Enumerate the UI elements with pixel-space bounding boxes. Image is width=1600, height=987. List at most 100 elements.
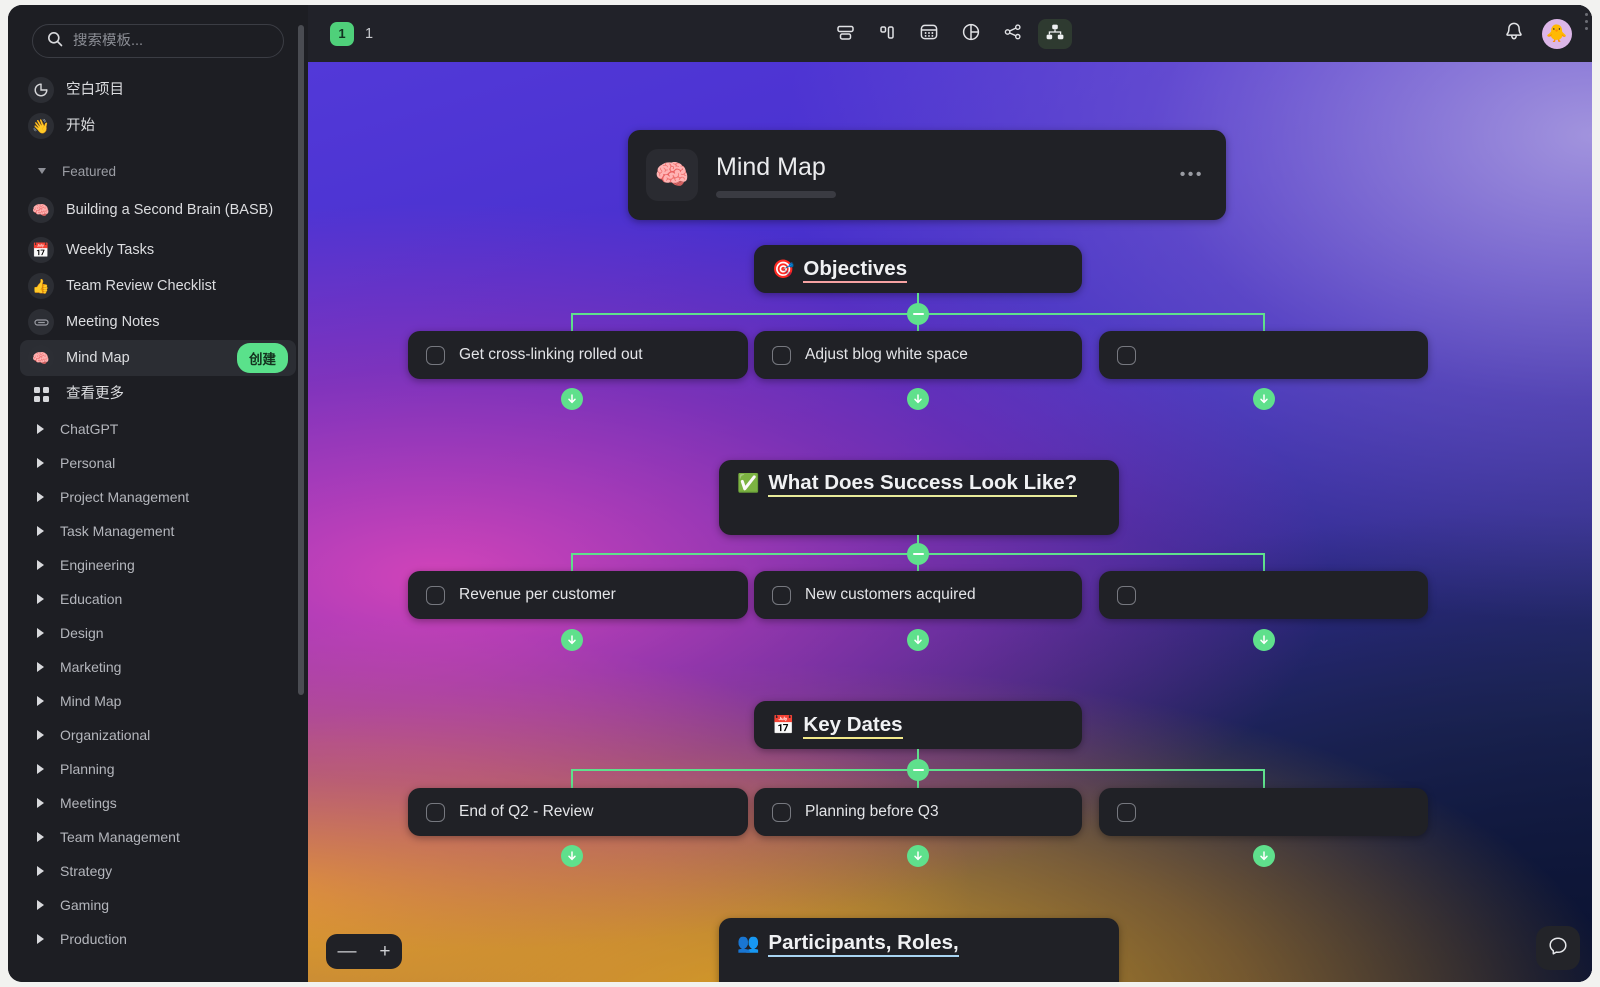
category-label: Personal [60,455,115,471]
window-scroll-indicator[interactable] [1585,13,1589,35]
task-card[interactable] [1099,331,1428,379]
share-nodes-icon [1003,22,1023,45]
blank-project-icon [28,77,54,103]
task-card[interactable]: End of Q2 - Review [408,788,748,836]
sidebar-category-task-management[interactable]: Task Management [20,514,296,548]
add-below-button[interactable] [1253,845,1275,867]
sidebar-category-mind-map[interactable]: Mind Map [20,684,296,718]
sidebar-category-strategy[interactable]: Strategy [20,854,296,888]
sidebar-category-meetings[interactable]: Meetings [20,786,296,820]
task-checkbox[interactable] [772,586,791,605]
brain-emoji: 🧠 [28,345,54,371]
search-box[interactable] [32,24,284,58]
task-card[interactable]: Adjust blog white space [754,331,1082,379]
task-checkbox[interactable] [772,346,791,365]
sidebar-category-marketing[interactable]: Marketing [20,650,296,684]
featured-group-header[interactable]: Featured [20,156,296,186]
section-node-success[interactable]: ✅ What Does Success Look Like? [719,460,1119,535]
task-card[interactable]: Get cross-linking rolled out [408,331,748,379]
add-below-button[interactable] [907,629,929,651]
task-card[interactable] [1099,571,1428,619]
sidebar-item-team-review-checklist[interactable]: 👍 Team Review Checklist [20,268,296,304]
task-card[interactable]: Revenue per customer [408,571,748,619]
add-below-button[interactable] [561,388,583,410]
add-below-button[interactable] [561,629,583,651]
collapse-button-success[interactable] [907,543,929,565]
sidebar-item-meeting-notes[interactable]: Meeting Notes [20,304,296,340]
zoom-out-button[interactable]: — [333,942,360,961]
task-checkbox[interactable] [426,803,445,822]
chevron-down-icon [38,168,46,174]
section-title: Key Dates [803,713,902,739]
check-mark-emoji: ✅ [737,470,759,496]
org-chart-icon [1045,22,1065,45]
bell-icon[interactable] [1504,21,1524,47]
section-node-keydates[interactable]: 📅 Key Dates [754,701,1082,749]
sidebar-category-gaming[interactable]: Gaming [20,888,296,922]
add-below-button[interactable] [907,845,929,867]
create-button[interactable]: 创建 [237,343,288,373]
tab-table-view[interactable] [954,19,988,49]
sidebar-category-project-management[interactable]: Project Management [20,480,296,514]
task-card[interactable] [1099,788,1428,836]
quick-items-section: 空白项目 👋 开始 [8,72,308,144]
add-below-button[interactable] [907,388,929,410]
chevron-right-icon [37,730,44,740]
avatar[interactable]: 🐥 [1542,19,1572,49]
task-checkbox[interactable] [1117,346,1136,365]
sidebar-category-design[interactable]: Design [20,616,296,650]
add-below-button[interactable] [1253,629,1275,651]
zoom-in-button[interactable]: + [375,942,394,961]
sidebar-category-planning[interactable]: Planning [20,752,296,786]
root-more-menu[interactable]: ••• [1180,166,1204,184]
sidebar-item-blank-project[interactable]: 空白项目 [20,72,296,108]
category-label: Task Management [60,523,174,539]
collapse-button-objectives[interactable] [907,303,929,325]
tab-mindmap-view[interactable] [1038,19,1072,49]
search-input[interactable] [73,33,269,49]
sidebar-item-label: Mind Map [66,349,130,367]
chevron-right-icon [37,934,44,944]
sidebar-category-production[interactable]: Production [20,922,296,956]
task-card[interactable]: New customers acquired [754,571,1082,619]
sidebar-item-label: 开始 [66,117,95,135]
calendar-emoji: 📅 [772,712,794,738]
task-checkbox[interactable] [1117,803,1136,822]
sidebar-item-basb[interactable]: 🧠 Building a Second Brain (BASB) [20,188,296,232]
sidebar-category-team-management[interactable]: Team Management [20,820,296,854]
sidebar-category-organizational[interactable]: Organizational [20,718,296,752]
sidebar-item-weekly-tasks[interactable]: 📅 Weekly Tasks [20,232,296,268]
arrow-down-icon [566,634,578,646]
sidebar-item-mind-map[interactable]: 🧠 Mind Map 创建 [20,340,296,376]
tab-list-view[interactable] [828,19,862,49]
featured-group-label: Featured [62,164,116,179]
section-node-objectives[interactable]: 🎯 Objectives [754,245,1082,293]
sidebar-category-chatgpt[interactable]: ChatGPT [20,412,296,446]
sidebar-category-education[interactable]: Education [20,582,296,616]
task-checkbox[interactable] [426,346,445,365]
task-card[interactable]: Planning before Q3 [754,788,1082,836]
task-checkbox[interactable] [772,803,791,822]
mindmap-canvas[interactable]: 🧠 Mind Map ••• 🎯 Objectives [308,62,1592,982]
sidebar-category-engineering[interactable]: Engineering [20,548,296,582]
collapse-button-keydates[interactable] [907,759,929,781]
sidebar-item-get-started[interactable]: 👋 开始 [20,108,296,144]
notes-icon [28,309,54,335]
category-label: Project Management [60,489,189,505]
zoom-controls: — + [326,934,402,969]
sidebar-item-see-more[interactable]: 查看更多 [20,376,296,412]
add-below-button[interactable] [561,845,583,867]
sidebar-scrollbar[interactable] [298,25,304,695]
section-node-participants[interactable]: 👥 Participants, Roles, [719,918,1119,982]
chat-button[interactable] [1536,926,1580,970]
root-node[interactable]: 🧠 Mind Map ••• [628,130,1226,220]
task-checkbox[interactable] [426,586,445,605]
tab-calendar-view[interactable] [912,19,946,49]
add-below-button[interactable] [1253,388,1275,410]
tab-board-view[interactable] [870,19,904,49]
tab-graph-view[interactable] [996,19,1030,49]
sidebar-category-personal[interactable]: Personal [20,446,296,480]
arrow-down-icon [912,393,924,405]
task-checkbox[interactable] [1117,586,1136,605]
view-switcher [828,19,1072,49]
